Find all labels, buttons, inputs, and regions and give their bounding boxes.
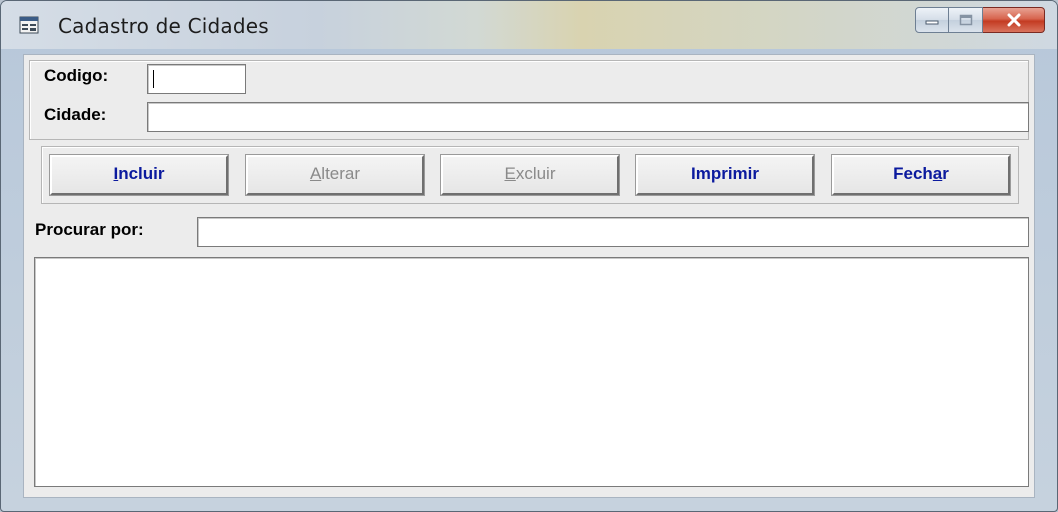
fechar-label-post: r <box>942 164 949 183</box>
imprimir-button[interactable]: Imprimir <box>635 154 815 196</box>
incluir-label-post: ncluir <box>118 164 165 183</box>
fechar-label-key: a <box>932 164 943 183</box>
minimize-button[interactable] <box>915 7 949 33</box>
procurar-input[interactable] <box>197 217 1029 247</box>
window-title: Cadastro de Cidades <box>58 14 269 38</box>
excluir-button[interactable]: Excluir <box>440 154 620 196</box>
imprimir-label-pre: Imprimir <box>690 164 760 183</box>
close-icon <box>1007 13 1020 27</box>
text-caret <box>153 70 154 88</box>
maximize-button[interactable] <box>949 7 983 33</box>
maximize-icon <box>959 14 972 26</box>
alterar-button[interactable]: Alterar <box>245 154 425 196</box>
excluir-label-post: xcluir <box>515 164 556 183</box>
fechar-button[interactable]: Fechar <box>831 154 1011 196</box>
codigo-label: Codigo: <box>44 66 109 85</box>
alterar-label-post: lterar <box>321 164 361 183</box>
form-body: Codigo: Cidade: Incluir Alterar Excluir … <box>23 54 1035 498</box>
cidade-label: Cidade: <box>44 105 107 124</box>
app-form-icon <box>19 16 39 34</box>
record-panel: Codigo: Cidade: <box>29 60 1029 140</box>
procurar-label: Procurar por: <box>35 220 144 239</box>
incluir-button[interactable]: Incluir <box>49 154 229 196</box>
alterar-label-key: A <box>309 164 322 183</box>
title-bar[interactable]: Cadastro de Cidades <box>1 1 1057 49</box>
action-button-bar: Incluir Alterar Excluir Imprimir Fechar <box>41 146 1019 204</box>
fechar-label-pre: Fech <box>893 164 933 183</box>
excluir-label-key: E <box>504 164 516 183</box>
app-window: Cadastro de Cidades Codigo: Cidade: Incl… <box>0 0 1058 512</box>
minimize-icon <box>925 20 939 25</box>
cidade-input[interactable] <box>147 102 1029 132</box>
codigo-input[interactable] <box>147 64 246 94</box>
window-controls <box>915 7 1045 35</box>
close-button[interactable] <box>983 7 1045 33</box>
results-list[interactable] <box>34 257 1029 487</box>
